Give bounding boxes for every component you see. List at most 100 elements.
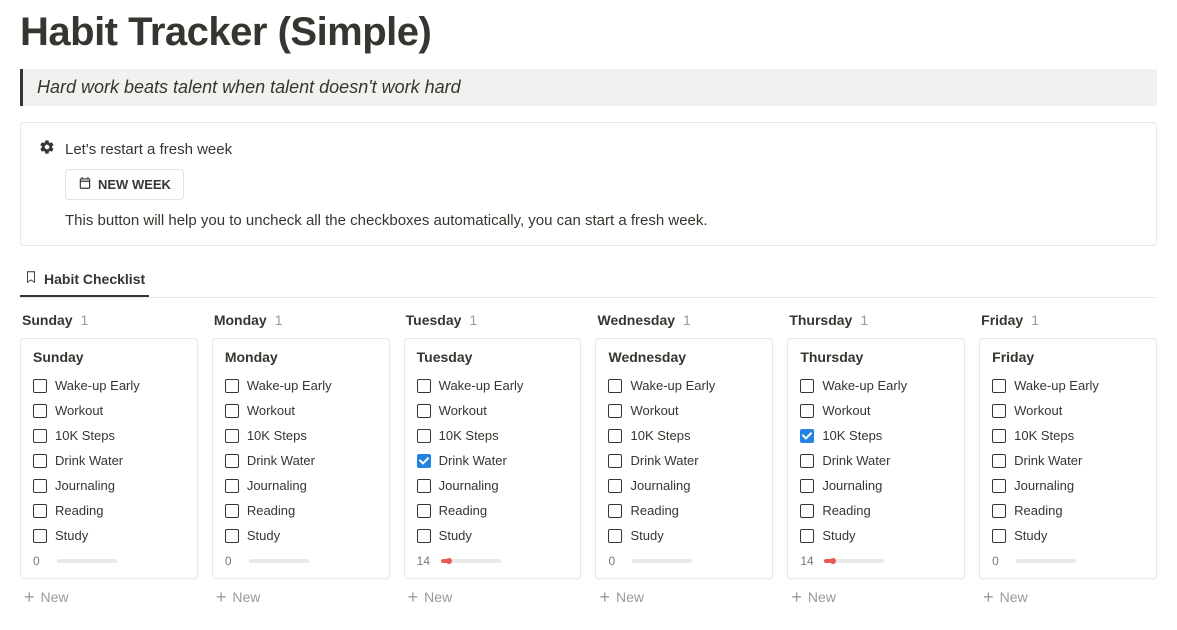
new-button[interactable]: +New	[212, 579, 390, 609]
habit-checkbox[interactable]	[992, 404, 1006, 418]
habit-checkbox[interactable]	[800, 379, 814, 393]
habit-checkbox[interactable]	[608, 454, 622, 468]
habit-checkbox[interactable]	[992, 454, 1006, 468]
tab-habit-checklist[interactable]: Habit Checklist	[20, 264, 149, 297]
habit-checkbox[interactable]	[225, 504, 239, 518]
card-title: Friday	[992, 349, 1144, 365]
habit-row: Workout	[608, 398, 760, 423]
habit-label: Drink Water	[1014, 453, 1082, 468]
new-button[interactable]: +New	[404, 579, 582, 609]
habit-label: Reading	[247, 503, 295, 518]
habit-checkbox[interactable]	[417, 454, 431, 468]
progress-value: 14	[800, 554, 816, 568]
habit-checkbox[interactable]	[417, 429, 431, 443]
habit-row: Wake-up Early	[992, 373, 1144, 398]
view-tabs: Habit Checklist	[20, 264, 1157, 298]
new-label: New	[41, 589, 69, 605]
board-column: Thursday1 ThursdayWake-up EarlyWorkout10K…	[787, 306, 965, 609]
habit-row: Journaling	[225, 473, 377, 498]
habit-label: Journaling	[1014, 478, 1074, 493]
day-card[interactable]: MondayWake-up EarlyWorkout10K StepsDrink…	[212, 338, 390, 579]
column-header[interactable]: Tuesday1	[404, 306, 582, 334]
progress-value: 0	[992, 554, 1008, 568]
habit-checkbox[interactable]	[800, 479, 814, 493]
habit-checkbox[interactable]	[33, 404, 47, 418]
board-column: Sunday1SundayWake-up EarlyWorkout10K Ste…	[20, 306, 198, 609]
habit-checkbox[interactable]	[800, 404, 814, 418]
day-card[interactable]: ThursdayWake-up EarlyWorkout10K StepsDri…	[787, 338, 965, 579]
habit-label: Journaling	[55, 478, 115, 493]
habit-checkbox[interactable]	[225, 529, 239, 543]
habit-checkbox[interactable]	[225, 479, 239, 493]
habit-checkbox[interactable]	[417, 379, 431, 393]
column-header[interactable]: Friday1	[979, 306, 1157, 334]
habit-row: Journaling	[800, 473, 952, 498]
habit-checkbox[interactable]	[33, 379, 47, 393]
habit-checkbox[interactable]	[800, 429, 814, 443]
column-header[interactable]: Thursday1	[787, 306, 965, 334]
progress-bar	[441, 559, 501, 563]
habit-checkbox[interactable]	[992, 379, 1006, 393]
new-label: New	[1000, 589, 1028, 605]
column-count: 1	[860, 312, 868, 328]
new-week-button[interactable]: NEW WEEK	[65, 169, 184, 200]
new-button[interactable]: +New	[595, 579, 773, 609]
habit-row: Drink Water	[33, 448, 185, 473]
habit-checkbox[interactable]	[992, 479, 1006, 493]
plus-icon: +	[24, 590, 35, 604]
habit-checkbox[interactable]	[608, 529, 622, 543]
habit-checkbox[interactable]	[608, 479, 622, 493]
habit-label: 10K Steps	[630, 428, 690, 443]
habit-checkbox[interactable]	[33, 479, 47, 493]
habit-checkbox[interactable]	[608, 429, 622, 443]
column-header[interactable]: Wednesday1	[595, 306, 773, 334]
habit-checkbox[interactable]	[992, 529, 1006, 543]
plus-icon: +	[599, 590, 610, 604]
habit-checkbox[interactable]	[225, 404, 239, 418]
habit-row: Wake-up Early	[417, 373, 569, 398]
card-title: Monday	[225, 349, 377, 365]
habit-label: Journaling	[439, 478, 499, 493]
habit-row: Workout	[992, 398, 1144, 423]
habit-checkbox[interactable]	[800, 454, 814, 468]
new-button[interactable]: + New	[20, 579, 198, 609]
habit-label: Study	[822, 528, 855, 543]
habit-checkbox[interactable]	[417, 404, 431, 418]
habit-checkbox[interactable]	[417, 504, 431, 518]
new-button[interactable]: +New	[979, 579, 1157, 609]
habit-checkbox[interactable]	[992, 504, 1006, 518]
day-card[interactable]: TuesdayWake-up EarlyWorkout10K StepsDrin…	[404, 338, 582, 579]
habit-row: 10K Steps	[608, 423, 760, 448]
habit-row: Journaling	[417, 473, 569, 498]
habit-checkbox[interactable]	[417, 529, 431, 543]
habit-checkbox[interactable]	[417, 479, 431, 493]
habit-checkbox[interactable]	[33, 454, 47, 468]
habit-label: Workout	[247, 403, 295, 418]
day-card[interactable]: SundayWake-up EarlyWorkout10K StepsDrink…	[20, 338, 198, 579]
habit-checkbox[interactable]	[33, 429, 47, 443]
column-header[interactable]: Monday1	[212, 306, 390, 334]
day-card[interactable]: WednesdayWake-up EarlyWorkout10K StepsDr…	[595, 338, 773, 579]
habit-checkbox[interactable]	[608, 504, 622, 518]
habit-checkbox[interactable]	[800, 504, 814, 518]
habit-checkbox[interactable]	[33, 504, 47, 518]
day-card[interactable]: FridayWake-up EarlyWorkout10K StepsDrink…	[979, 338, 1157, 579]
habit-label: Workout	[55, 403, 103, 418]
habit-row: Workout	[33, 398, 185, 423]
habit-row: Journaling	[33, 473, 185, 498]
habit-checkbox[interactable]	[608, 404, 622, 418]
habit-checkbox[interactable]	[992, 429, 1006, 443]
habit-row: Reading	[608, 498, 760, 523]
habit-checkbox[interactable]	[225, 429, 239, 443]
column-title: Sunday	[22, 312, 73, 328]
habit-label: Journaling	[630, 478, 690, 493]
habit-checkbox[interactable]	[33, 529, 47, 543]
habit-checkbox[interactable]	[225, 454, 239, 468]
habit-row: 10K Steps	[33, 423, 185, 448]
new-button[interactable]: +New	[787, 579, 965, 609]
habit-checkbox[interactable]	[608, 379, 622, 393]
callout-description: This button will help you to uncheck all…	[65, 212, 1138, 229]
habit-checkbox[interactable]	[800, 529, 814, 543]
habit-checkbox[interactable]	[225, 379, 239, 393]
column-header[interactable]: Sunday1	[20, 306, 198, 334]
